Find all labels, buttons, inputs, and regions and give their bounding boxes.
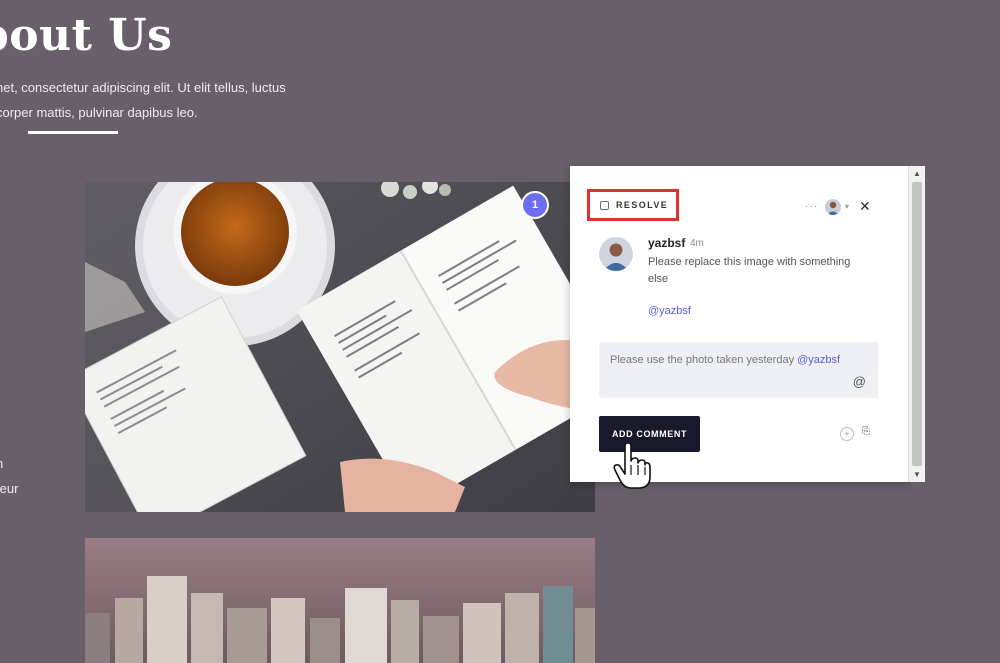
side-text-1: n [0,456,3,471]
reply-text[interactable]: Please use the photo taken yesterday @ya… [610,354,840,366]
page-title: bout Us [0,10,173,61]
bookshelf-image[interactable] [85,538,595,663]
close-icon[interactable]: ✕ [859,198,871,215]
dots-icon[interactable]: ··· [805,201,818,212]
emoji-icon[interactable]: + [840,427,854,441]
resolve-label: RESOLVE [616,200,669,210]
scroll-up-icon[interactable]: ▲ [913,169,921,178]
comment-time: 4m [690,238,704,249]
comment-username: yazbsf [648,236,686,250]
resolve-button[interactable]: RESOLVE [587,189,679,221]
user-avatar-icon [599,237,633,271]
side-text-2: teur [0,481,19,496]
hero-text-line-1: net, consectetur adipiscing elit. Ut eli… [0,80,286,95]
tea-books-image[interactable] [85,182,595,512]
title-underline [28,131,118,134]
scroll-down-icon[interactable]: ▼ [913,470,921,479]
reply-body: Please use the photo taken yesterday [610,354,795,366]
hand-cursor-icon [613,443,651,489]
avatar-icon [825,199,841,215]
panel-scrollbar[interactable]: ▲ ▼ [908,166,925,482]
comment-marker-badge[interactable]: 1 [521,191,549,219]
reply-mention: @yazbsf [797,354,841,366]
hero-text-line-2: corper mattis, pulvinar dapibus leo. [0,105,198,120]
resolve-checkbox[interactable] [600,200,609,210]
header-avatar[interactable] [825,199,841,215]
comment-panel: RESOLVE ··· ▾ ✕ yazbsf 4m Please replace… [570,166,908,482]
comment-mention-link[interactable]: @yazbsf [648,305,691,317]
avatar [599,237,633,271]
at-icon[interactable]: @ [853,374,866,389]
attach-icon[interactable]: ⎘ [862,426,870,437]
chevron-down-icon[interactable]: ▾ [845,202,849,211]
scroll-thumb[interactable] [912,182,922,466]
bookshelf-illustration [85,538,595,663]
reply-input[interactable]: Please use the photo taken yesterday @ya… [599,342,878,398]
comment-text: Please replace this image with something… [648,256,851,285]
tea-books-illustration [85,182,595,512]
